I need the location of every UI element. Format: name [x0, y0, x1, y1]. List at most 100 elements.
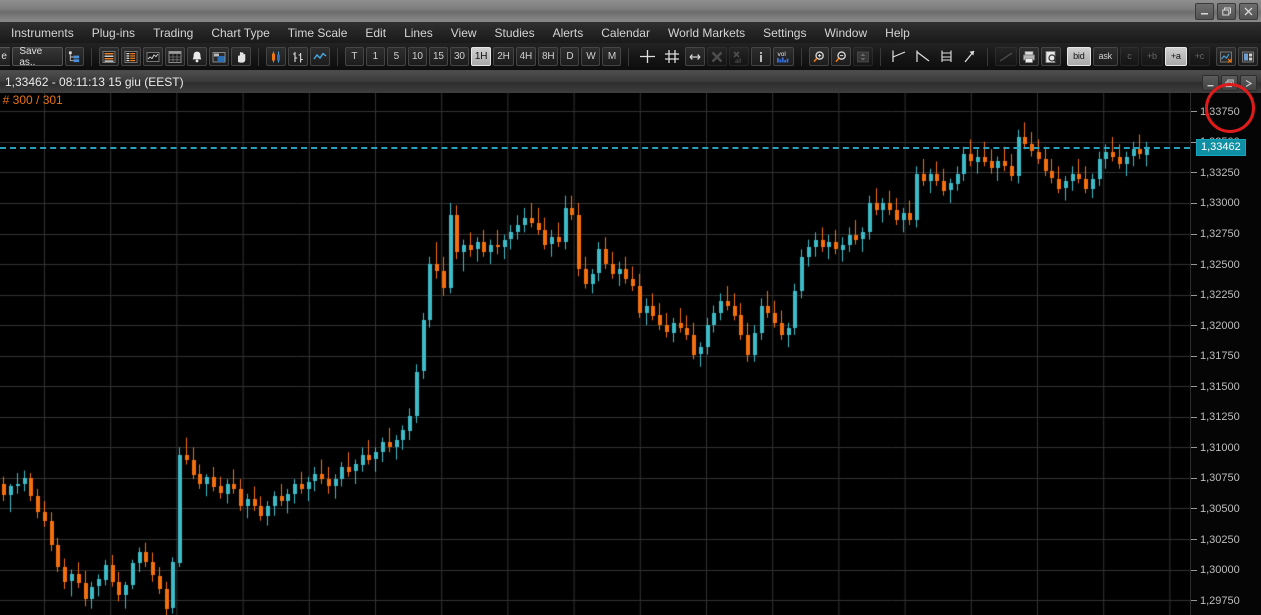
- price-axis-tick-label: 1,33750: [1200, 105, 1240, 118]
- bid-feed-button[interactable]: bid: [1067, 47, 1091, 66]
- price-axis-tick-label: 1,30000: [1200, 564, 1240, 577]
- price-axis-tick-label: 1,33000: [1200, 197, 1240, 210]
- chart-title: 1,33462 - 08:11:13 15 giu (EEST): [5, 75, 184, 89]
- feed-button-label: ask: [1098, 51, 1113, 61]
- menubar: Instruments Plug-ins Trading Chart Type Time…: [0, 22, 1261, 44]
- ray-line-icon[interactable]: [912, 47, 934, 66]
- menu-item-view[interactable]: View: [442, 22, 486, 43]
- menu-item-edit[interactable]: Edit: [356, 22, 395, 43]
- timeframe-button-w[interactable]: W: [581, 47, 601, 66]
- window-controls: [1195, 3, 1258, 20]
- delete-all-icon[interactable]: all: [729, 47, 750, 66]
- timeframe-button-2h[interactable]: 2H: [493, 47, 514, 66]
- menu-item-alerts[interactable]: Alerts: [544, 22, 593, 43]
- fit-chart-icon[interactable]: [1216, 47, 1237, 66]
- fibonacci-icon[interactable]: [936, 47, 958, 66]
- tick-mark: [1191, 233, 1197, 235]
- price-axis[interactable]: 1,337501,335001,332501,330001,327501,325…: [1190, 93, 1261, 615]
- toolbar-right-group: [1213, 47, 1261, 66]
- menu-item-plug-ins[interactable]: Plug-ins: [83, 22, 144, 43]
- info-icon[interactable]: [751, 47, 772, 66]
- plus-bid-feed-button[interactable]: +b: [1140, 47, 1163, 66]
- alarm-bell-icon[interactable]: [187, 47, 208, 66]
- save-as-button[interactable]: Save as..: [12, 46, 64, 68]
- mini-chart-icon[interactable]: [143, 47, 164, 66]
- line-chart-icon[interactable]: [309, 47, 330, 66]
- timeframe-button-5[interactable]: 5: [386, 47, 406, 66]
- menu-item-lines[interactable]: Lines: [395, 22, 442, 43]
- diagonal-line-icon[interactable]: [995, 47, 1018, 66]
- news-icon[interactable]: [209, 47, 230, 66]
- tick-mark: [1191, 539, 1197, 541]
- timeframe-button-10[interactable]: 10: [407, 47, 427, 66]
- timeframe-button-30[interactable]: 30: [449, 47, 469, 66]
- chart-restore-button[interactable]: [1221, 75, 1238, 91]
- print-preview-icon[interactable]: [1041, 47, 1062, 66]
- tick-mark: [1191, 508, 1197, 510]
- hand-pan-icon[interactable]: [231, 47, 252, 66]
- close-feed-button[interactable]: c: [1119, 47, 1139, 66]
- zoom-out-icon[interactable]: [831, 47, 852, 66]
- plus-close-feed-button[interactable]: +c: [1188, 47, 1211, 66]
- autoscale-icon[interactable]: [853, 47, 874, 66]
- tick-mark: [1191, 416, 1197, 418]
- price-axis-tick-label: 1,30750: [1200, 472, 1240, 485]
- price-axis-tick-label: 1,30500: [1200, 502, 1240, 515]
- zoom-in-icon[interactable]: [809, 47, 830, 66]
- restore-button[interactable]: [1217, 3, 1236, 20]
- timeframe-button-1h[interactable]: 1H: [470, 47, 492, 66]
- minimize-button[interactable]: [1195, 3, 1214, 20]
- price-axis-tick-label: 1,30250: [1200, 533, 1240, 546]
- timeframe-button-15[interactable]: 15: [428, 47, 448, 66]
- crosshair-icon[interactable]: [636, 47, 659, 66]
- menu-item-instruments[interactable]: Instruments: [2, 22, 83, 43]
- menu-item-studies[interactable]: Studies: [486, 22, 544, 43]
- timeframe-button-d[interactable]: D: [560, 47, 580, 66]
- chart-minimize-button[interactable]: [1202, 75, 1219, 91]
- current-price-line: [0, 146, 1190, 149]
- workspace-tree-icon[interactable]: [65, 47, 85, 66]
- menu-item-time-scale[interactable]: Time Scale: [279, 22, 357, 43]
- arrow-icon[interactable]: [960, 47, 980, 66]
- plus-ask-feed-button[interactable]: +a: [1164, 47, 1187, 66]
- measure-icon[interactable]: [685, 47, 706, 66]
- grid-toggle-icon[interactable]: [661, 47, 683, 66]
- close-button[interactable]: [1239, 3, 1258, 20]
- chart-plot-area[interactable]: ur, # 300 / 301: [0, 93, 1190, 615]
- candlestick-chart-icon[interactable]: [265, 47, 286, 66]
- toolbar-timeframe-group: T 1 5 10 15 30 1H 2H 4H 8H D W M: [342, 47, 625, 66]
- tick-mark: [1191, 111, 1197, 113]
- bar-chart-icon[interactable]: [287, 47, 308, 66]
- toolbar-separator: [628, 47, 630, 66]
- timeframe-button-m[interactable]: M: [602, 47, 622, 66]
- delete-selected-icon[interactable]: [707, 47, 728, 66]
- tick-mark: [1191, 569, 1197, 571]
- menu-item-window[interactable]: Window: [815, 22, 876, 43]
- price-axis-tick: 1,33250: [1191, 166, 1240, 179]
- data-table-icon[interactable]: [165, 47, 186, 66]
- timeframe-button-1[interactable]: 1: [365, 47, 385, 66]
- timeframe-button-t[interactable]: T: [344, 47, 364, 66]
- volume-icon[interactable]: vol: [773, 47, 795, 66]
- tick-mark: [1191, 202, 1197, 204]
- toolbar-chart-tools-group: all vol: [633, 47, 797, 66]
- menu-item-settings[interactable]: Settings: [754, 22, 815, 43]
- timeframe-button-4h[interactable]: 4H: [515, 47, 537, 66]
- trendline-icon[interactable]: [888, 47, 910, 66]
- menu-item-trading[interactable]: Trading: [144, 22, 202, 43]
- ask-feed-button[interactable]: ask: [1092, 47, 1118, 66]
- chart-symbol-label: ur, # 300 / 301: [0, 93, 63, 107]
- menu-item-world-markets[interactable]: World Markets: [659, 22, 754, 43]
- menu-item-calendar[interactable]: Calendar: [592, 22, 659, 43]
- menu-item-help[interactable]: Help: [876, 22, 919, 43]
- menu-item-chart-type[interactable]: Chart Type: [202, 22, 278, 43]
- price-axis-tick-label: 1,32000: [1200, 319, 1240, 332]
- watchlist-icon[interactable]: [121, 47, 142, 66]
- price-axis-tick: 1,32500: [1191, 258, 1240, 271]
- chart-close-button[interactable]: [1240, 75, 1257, 91]
- candlestick-series: [0, 93, 1190, 615]
- layout-icon[interactable]: [1238, 47, 1259, 66]
- print-icon[interactable]: [1019, 47, 1040, 66]
- timeframe-button-8h[interactable]: 8H: [538, 47, 559, 66]
- orders-list-icon[interactable]: [99, 47, 120, 66]
